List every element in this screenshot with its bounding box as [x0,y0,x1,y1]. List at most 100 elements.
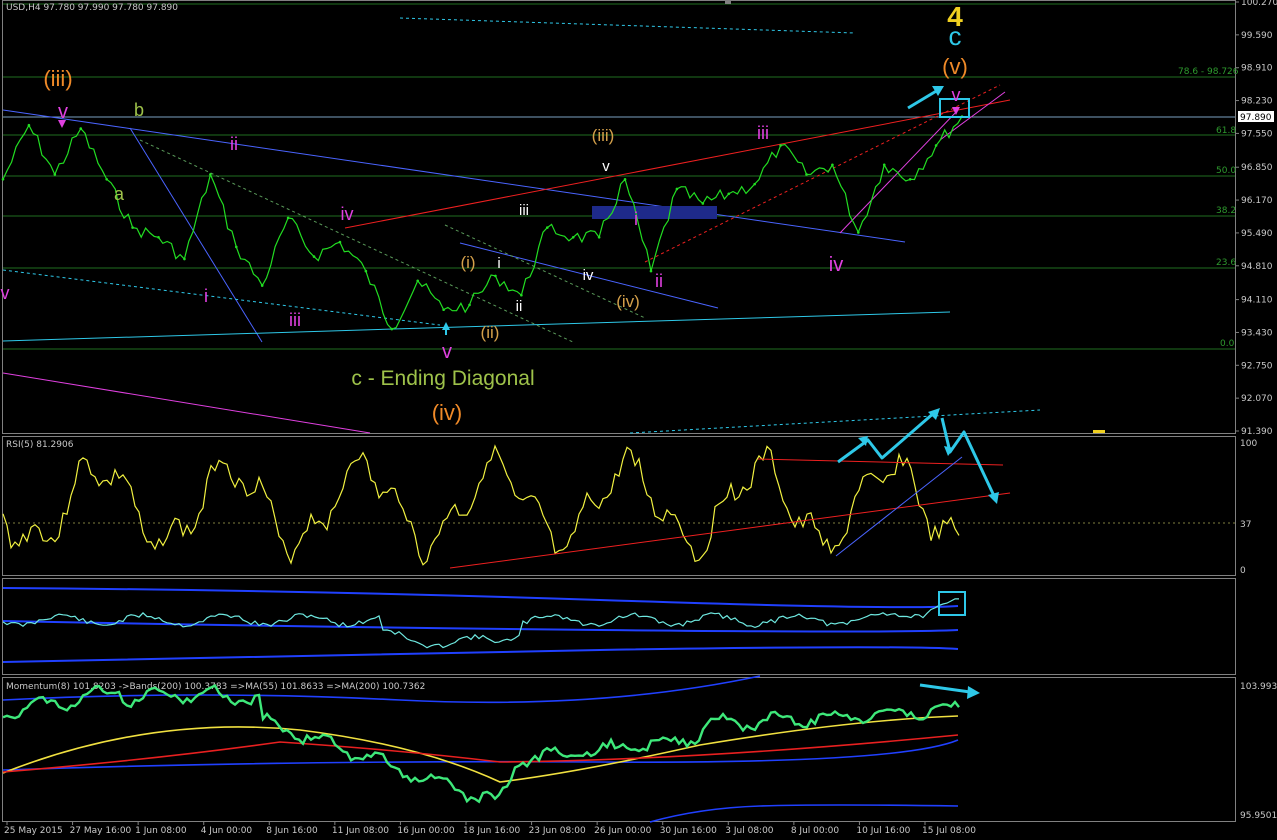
price-point [805,173,808,176]
wave-label: v [58,101,68,123]
price-tick: 96.850 [1241,163,1273,173]
wave-label: iii [289,310,301,330]
price-point [649,269,653,273]
wave-label: (iii) [592,126,615,145]
wave-label: v [442,341,452,363]
rsi-tick: 0 [1240,566,1246,576]
wave-label: iv [341,204,354,224]
price-point [312,255,316,258]
price-tick: 97.550 [1241,129,1273,139]
time-tick: 10 Jul 16:00 [856,826,910,836]
time-tick: 16 Jun 00:00 [397,826,454,836]
fib-label: 78.6 - 98.726 [1178,67,1239,77]
rsi-cyan-arrows [837,410,997,499]
price-point [934,144,938,147]
price-chart: 78.6 - 98.726 61.8 50.0 38.2 23.6 0.0 97… [1,0,1277,836]
price-point [27,123,31,127]
wave-label: (v) [942,54,968,79]
wave-labels: (iii) v b a ii i iii iv v v c - Ending D… [1,1,968,425]
price-point [157,235,160,239]
wave-label: i [634,209,638,229]
supply-zone [592,206,717,219]
wave-label: a [114,184,125,204]
cyan-arrows [907,86,944,110]
price-marks [1,115,964,331]
price-point [364,269,368,273]
fib-label: 23.6 [1216,258,1236,268]
wave-label: i [497,255,500,272]
price-point [105,178,108,181]
fib-label: 50.0 [1216,166,1236,176]
price-point [857,231,860,234]
wave-label: iv [583,267,594,284]
time-tick: 3 Jul 08:00 [725,826,774,836]
price-point [908,178,912,181]
time-tick: 11 Jun 08:00 [332,826,389,836]
price-point [571,235,575,239]
momentum-ticks: 103.9939 95.9501 [1240,682,1277,821]
wave-label: v [602,158,610,175]
momentum-tick: 103.9939 [1240,682,1277,692]
wave-label: iii [519,202,529,219]
fib-label-group: 78.6 - 98.726 61.8 50.0 38.2 23.6 0.0 [1178,67,1239,349]
time-tick: 25 May 2015 [4,826,63,836]
wave-label: 4 [947,1,963,32]
time-tick: 15 Jul 08:00 [922,826,976,836]
time-tick: 1 Jun 08:00 [135,826,187,836]
rsi-trendlines [449,456,1011,569]
price-series [2,116,963,330]
time-tick: 30 Jun 16:00 [660,826,717,836]
yellow-tick-marker [1093,430,1105,433]
wave-label: ii [655,271,663,291]
price-point [597,235,601,239]
rsi-tick: 100 [1240,439,1257,449]
price-point [131,226,134,229]
price-point [1,178,5,181]
price-tick: 99.590 [1241,31,1273,41]
time-tick: 26 Jun 00:00 [594,826,651,836]
time-tick: 27 May 16:00 [70,826,132,836]
momentum-tick: 95.9501 [1240,811,1277,821]
arrow-head-icon [988,492,999,504]
price-tick: 92.070 [1241,394,1273,404]
wave-label: ii [516,298,523,315]
wave-label: iv [829,254,843,276]
price-point [520,293,523,297]
fib-label: 0.0 [1220,339,1235,349]
rsi-label: RSI(5) 81.2906 [6,440,74,450]
momentum-panel [2,675,960,823]
rsi-tick: 37 [1240,520,1251,530]
price-tick: 91.390 [1241,427,1273,437]
current-price-label: 97.890 [1240,113,1272,123]
price-point [79,127,83,130]
price-tick: 94.810 [1241,262,1273,272]
fib-label: 61.8 [1216,126,1236,136]
top-small-marker [725,0,731,4]
price-tick: 92.750 [1241,361,1273,371]
wave-label: (iv) [616,292,640,311]
price-tick: 95.490 [1241,229,1273,239]
price-point [753,182,756,186]
symbol-header: USD,H4 97.780 97.990 97.780 97.890 [6,3,178,13]
price-point [260,284,264,287]
time-tick: 8 Jun 16:00 [266,826,318,836]
price-point [416,279,420,283]
arrow-head-icon [967,686,980,699]
rsi-series [2,444,960,566]
price-point [831,163,834,167]
wave-label: ii [230,134,238,154]
rsi-ticks: 100 37 0 [1240,439,1257,576]
price-point [286,216,290,220]
price-point [338,240,342,244]
time-tick: 8 Jul 00:00 [791,826,840,836]
time-axis: 25 May 2015 27 May 16:00 1 Jun 08:00 4 Jun … [4,821,976,836]
price-point [183,257,186,261]
price-point [390,327,394,331]
wave-label: iii [757,123,769,143]
wave-label: (iv) [432,400,463,425]
bottom-arrow-icon [442,322,450,330]
wave-label: v [952,85,961,105]
price-point [701,202,705,205]
wave-label: i [204,286,208,306]
price-point [675,187,679,191]
